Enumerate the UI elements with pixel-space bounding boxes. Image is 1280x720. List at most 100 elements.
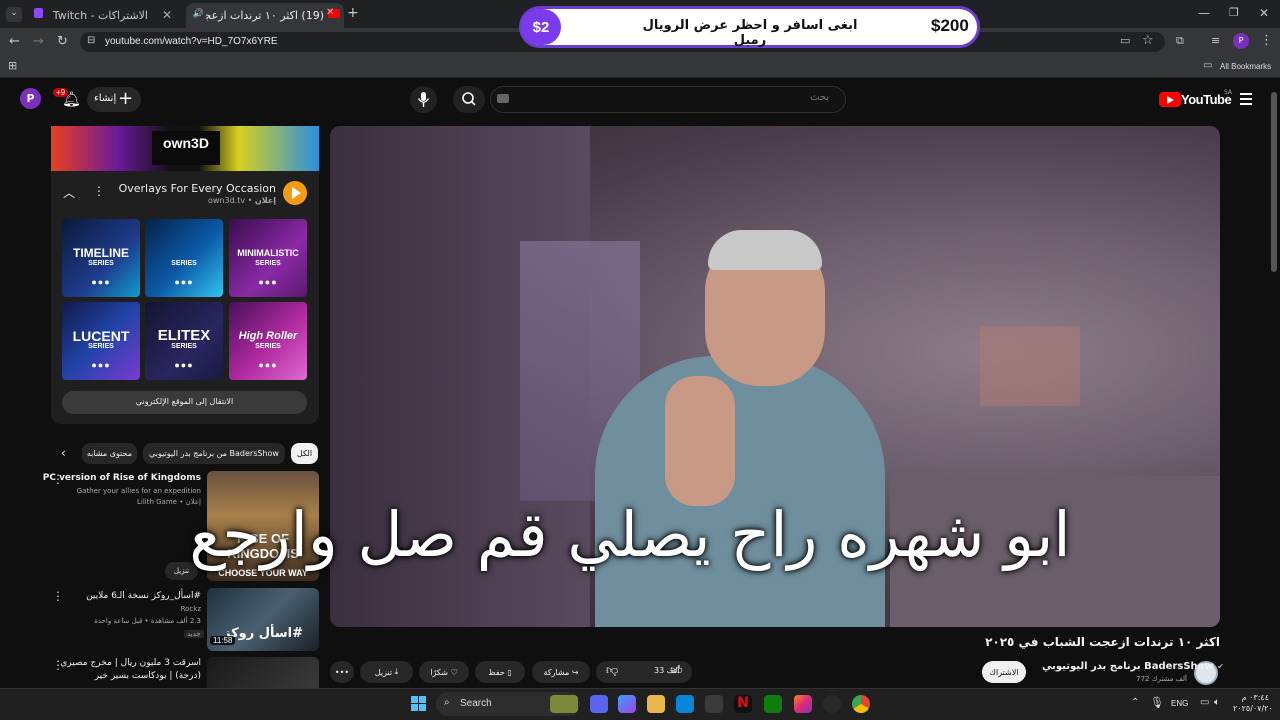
ad-thumb-5[interactable]: ELITEX SERIES ●●●: [145, 302, 223, 380]
site-info-icon[interactable]: ⊟: [87, 36, 95, 46]
like-icon[interactable]: 👍︎: [670, 663, 683, 678]
chip-from-channel[interactable]: من برنامج بدر اليوتيوبي BadersShow: [143, 443, 285, 464]
tab-youtube[interactable]: (19) اكثر ١٠ ترندات ازعجت الشـ... 🔊: [186, 3, 344, 28]
more-actions-button[interactable]: •••: [330, 661, 354, 683]
xbox-icon[interactable]: [764, 695, 782, 713]
close-icon[interactable]: ✕: [162, 8, 172, 22]
plus-icon: +: [118, 88, 134, 109]
share-button[interactable]: مشاركة ↪: [532, 661, 590, 683]
chip-related[interactable]: محتوى مشابه: [82, 443, 137, 464]
chips-scroll-left-icon[interactable]: ‹: [61, 446, 66, 460]
instagram-icon[interactable]: [794, 695, 812, 713]
thumb-dots: ●●●: [258, 360, 278, 370]
discord-icon[interactable]: [590, 695, 608, 713]
url-text[interactable]: youtube.com/watch?v=HD_7O7x6YRE: [105, 36, 278, 47]
back-icon[interactable]: ←: [9, 35, 20, 48]
file-explorer-icon[interactable]: [647, 695, 665, 713]
tab-twitch[interactable]: الاشتراكات - Twitch ✕: [28, 3, 180, 28]
region-code: SA: [1224, 89, 1233, 96]
video-person-body: [595, 356, 885, 627]
download-button[interactable]: تنزيل ⤓: [360, 661, 413, 683]
clock-date: ٢٠٢٥/٠٧/٢٠: [1233, 704, 1273, 713]
volume-icon[interactable]: 🔈︎: [1214, 697, 1220, 708]
profile-avatar[interactable]: P: [1233, 33, 1249, 49]
subscribe-button[interactable]: الاشتراك: [982, 661, 1026, 683]
speaker-icon[interactable]: 🔊: [193, 9, 204, 19]
thumb-title: High Roller: [238, 330, 298, 342]
ad-sponsor-line: own3d.tv • إعلان: [207, 196, 276, 205]
media-icon[interactable]: ≡: [1211, 35, 1220, 46]
all-bookmarks-label[interactable]: All Bookmarks: [1220, 62, 1271, 71]
extensions-icon[interactable]: ⧉: [1176, 35, 1184, 46]
app-icon[interactable]: [705, 695, 723, 713]
windows-start-icon[interactable]: [411, 696, 427, 712]
close-window-icon[interactable]: ✕: [1259, 7, 1269, 19]
collapse-chevron-icon[interactable]: ︿: [63, 184, 75, 201]
tray-chevron-icon[interactable]: ⌃: [1131, 697, 1139, 708]
copilot-icon[interactable]: [618, 695, 636, 713]
forward-icon[interactable]: →: [33, 35, 44, 48]
thanks-button[interactable]: شكرًا ♡: [419, 661, 469, 683]
tab-search-icon[interactable]: ⌄: [6, 7, 22, 22]
voice-search-button[interactable]: [410, 86, 437, 113]
rec-title[interactable]: PC version of Rise of Kingdoms: [43, 473, 201, 483]
dislike-icon[interactable]: 👎︎: [606, 663, 618, 678]
bookmark-icon: ▯: [507, 667, 512, 677]
ad-banner-logo: own3D: [152, 131, 220, 165]
new-badge: جديد: [184, 630, 204, 638]
search-button[interactable]: [453, 86, 485, 113]
reload-icon[interactable]: ↻: [57, 35, 68, 48]
video-wall-art: [980, 326, 1080, 406]
minimize-icon[interactable]: —: [1198, 7, 1210, 19]
netflix-icon[interactable]: N: [734, 695, 752, 713]
chrome-icon[interactable]: [852, 695, 870, 713]
thumb-title: LUCENT: [72, 328, 130, 344]
rec-title[interactable]: #اسأل_روكز نسخة الـ6 ملايين: [86, 591, 201, 601]
chip-all[interactable]: الكل: [291, 443, 318, 464]
thumb-dots: ●●●: [174, 277, 194, 287]
ad-title[interactable]: Overlays For Every Occasion: [110, 182, 276, 195]
hamburger-menu-icon[interactable]: [1240, 93, 1252, 108]
cast-icon[interactable]: ▭: [1120, 35, 1130, 46]
search-placeholder: بحث: [810, 92, 830, 103]
ms-store-icon[interactable]: [676, 695, 694, 713]
close-icon[interactable]: ✕: [326, 8, 334, 18]
rec-kebab-icon[interactable]: ⋮: [52, 658, 64, 672]
restore-icon[interactable]: ❐: [1229, 7, 1239, 18]
input-language[interactable]: ENG: [1171, 699, 1188, 708]
keyboard-icon[interactable]: [497, 94, 509, 103]
rec-kebab-icon[interactable]: ⋮: [52, 589, 64, 603]
page-scrollbar[interactable]: [1271, 92, 1277, 272]
network-icon[interactable]: ▭: [1200, 697, 1209, 708]
ad-thumb-1[interactable]: TIMELINE SERIES ●●●: [62, 219, 140, 297]
ad-menu-kebab-icon[interactable]: ⋮: [93, 184, 105, 198]
folder-icon: ▭: [1203, 60, 1213, 71]
menu-kebab-icon[interactable]: ⋮: [1260, 34, 1273, 47]
rec-thumbnail[interactable]: [207, 657, 319, 688]
thumb-title: TIMELINE: [73, 246, 129, 260]
ad-thumb-2[interactable]: SERIES ●●●: [145, 219, 223, 297]
ad-domain: own3d.tv: [207, 196, 246, 205]
ad-thumb-3[interactable]: MINIMALISTIC SERIES ●●●: [229, 219, 307, 297]
rec-title[interactable]: اسرقت 3 مليون ريال | مخرج مصيري: [60, 658, 201, 668]
search-icon: ⌕: [444, 697, 450, 708]
ad-thumb-6[interactable]: High Roller SERIES ●●●: [229, 302, 307, 380]
channel-name[interactable]: برنامج بدر اليوتيوبي BadersShow ✔: [1042, 661, 1224, 672]
apps-grid-icon[interactable]: ⊞: [8, 60, 17, 71]
save-button[interactable]: حفظ ▯: [475, 661, 525, 683]
bookmarks-bar: [0, 56, 1280, 78]
thumb-subtitle: SERIES: [88, 260, 114, 267]
rec-kebab-icon[interactable]: ⋮: [52, 472, 64, 486]
tab-label: (19) اكثر ١٠ ترندات ازعجت الشـ...: [206, 9, 324, 22]
search-input[interactable]: [490, 86, 846, 113]
bookmark-star-icon[interactable]: ☆: [1142, 34, 1154, 47]
tray-mic-icon[interactable]: 🎙︎: [1150, 696, 1164, 709]
thumb-subtitle: SERIES: [255, 260, 281, 267]
ad-thumb-4[interactable]: LUCENT SERIES ●●●: [62, 302, 140, 380]
taskbar-clock[interactable]: ٠٣:٤٤ م ٢٠٢٥/٠٧/٢٠: [1233, 692, 1273, 714]
donation-goal: $200: [931, 16, 969, 35]
account-avatar[interactable]: P: [20, 88, 41, 109]
app-icon[interactable]: [823, 695, 841, 713]
video-caption-overlay: ابو شهره راح يصلي قم صل وارجع: [189, 498, 1071, 571]
new-tab-icon[interactable]: +: [347, 6, 359, 20]
